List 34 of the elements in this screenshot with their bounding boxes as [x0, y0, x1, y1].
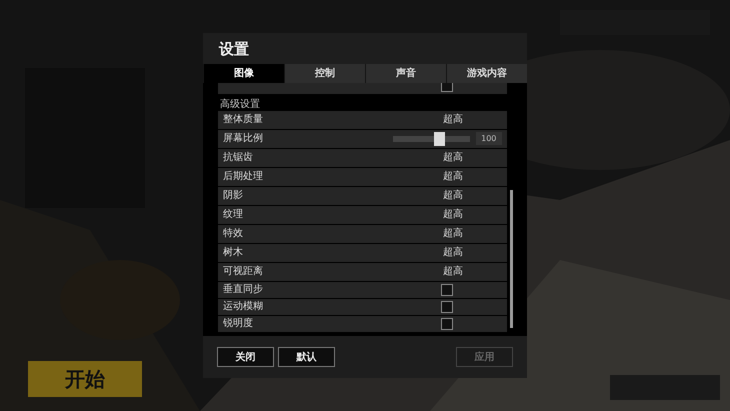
setting-value[interactable]: 超高	[443, 245, 463, 260]
setting-label: 特效	[223, 226, 244, 242]
dialog-button[interactable]: 默认	[278, 347, 335, 367]
setting-label: 垂直同步	[223, 282, 264, 298]
tab[interactable]: 控制	[284, 64, 365, 83]
checkbox[interactable]	[441, 284, 453, 296]
setting-value[interactable]: 超高	[443, 150, 463, 166]
value-field[interactable]: 100	[476, 132, 502, 146]
setting-value[interactable]: 超高	[443, 169, 463, 184]
setting-label: 后期处理	[223, 170, 264, 184]
scrollbar[interactable]	[510, 190, 513, 328]
setting-value[interactable]: 超高	[443, 188, 463, 204]
slider-thumb[interactable]	[434, 132, 445, 146]
setting-label: 锐明度	[223, 316, 254, 332]
setting-label: 阴影	[223, 189, 244, 204]
tab[interactable]: 游戏内容	[446, 64, 527, 83]
setting-value[interactable]: 超高	[443, 226, 463, 242]
checkbox[interactable]	[441, 318, 453, 330]
setting-value[interactable]: 超高	[443, 264, 463, 280]
tab[interactable]: 图像	[203, 64, 284, 83]
dialog-button[interactable]: 关闭	[217, 347, 274, 367]
dialog-title: 设置	[218, 39, 250, 60]
setting-value[interactable]: 超高	[443, 112, 463, 128]
setting-label: 抗锯齿	[223, 150, 254, 166]
checkbox[interactable]	[441, 300, 453, 313]
setting-label: 树木	[223, 246, 244, 260]
setting-label: 可视距离	[223, 264, 264, 280]
setting-label: 运动模糊	[223, 300, 264, 314]
setting-label: 屏幕比例	[223, 132, 264, 146]
tab[interactable]: 声音	[365, 64, 446, 83]
setting-value[interactable]: 超高	[443, 207, 463, 222]
section-heading: 高级设置	[219, 98, 261, 110]
setting-label: 纹理	[223, 208, 244, 222]
setting-label: 整体质量	[223, 112, 264, 128]
